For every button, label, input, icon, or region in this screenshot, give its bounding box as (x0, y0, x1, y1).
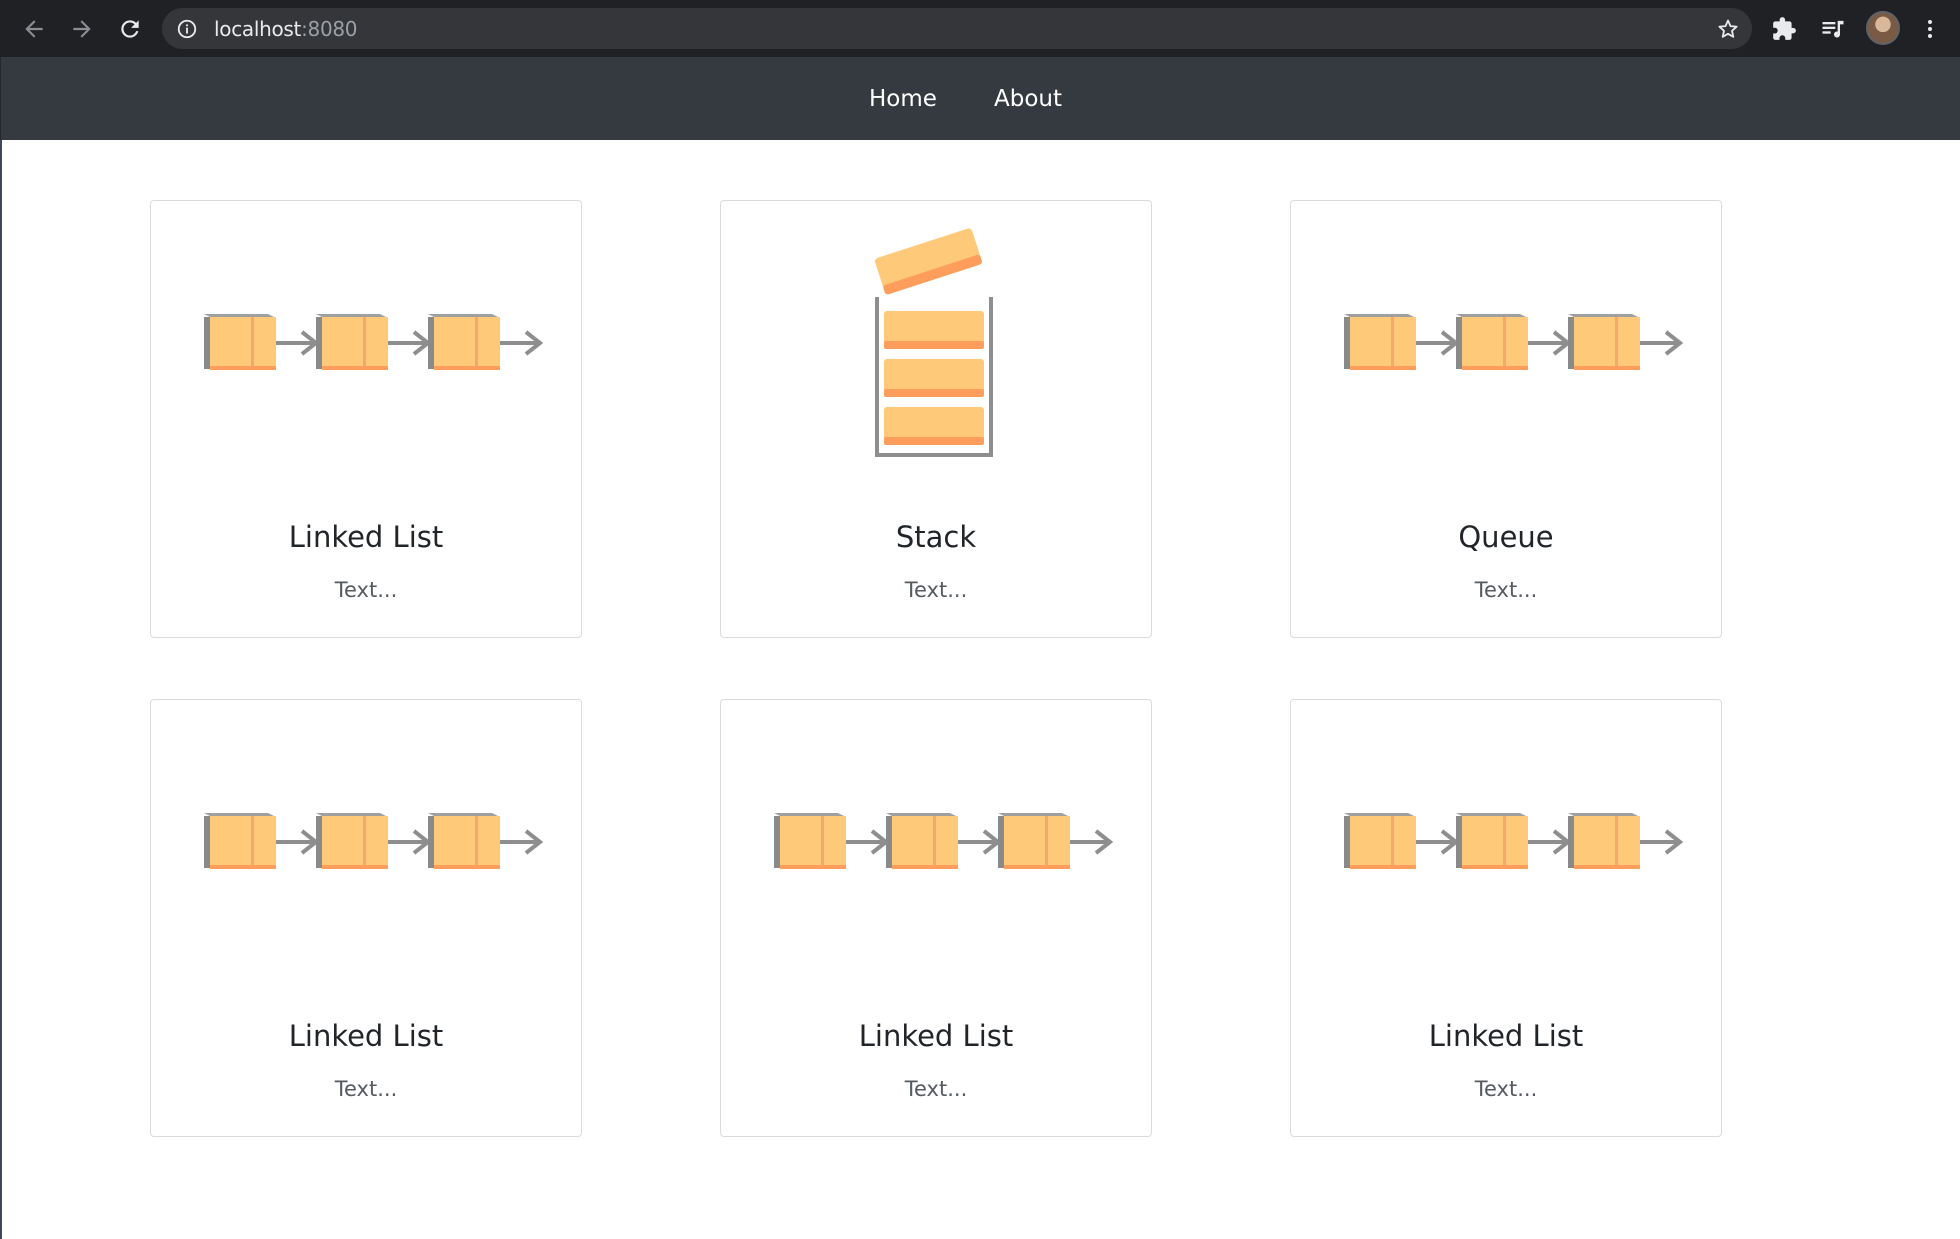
card-text: Text... (334, 578, 398, 602)
card-title: Stack (895, 520, 977, 554)
card-title: Linked List (288, 520, 444, 554)
back-button[interactable] (14, 9, 54, 49)
card-title: Queue (1458, 520, 1554, 554)
browser-menu-button[interactable] (1914, 13, 1946, 45)
browser-toolbar: localhost:8080 (0, 0, 1960, 57)
card-stack[interactable]: Stack Text... (720, 200, 1152, 638)
card-text: Text... (1474, 578, 1538, 602)
site-navbar: Home About (0, 57, 1960, 140)
stack-illustration (875, 228, 993, 457)
card-title: Linked List (858, 1019, 1014, 1053)
star-icon[interactable] (1716, 17, 1740, 41)
menu-dots-icon (1928, 20, 1932, 38)
url-host: localhost (214, 17, 302, 41)
card-text: Text... (904, 578, 968, 602)
reload-button[interactable] (110, 9, 150, 49)
media-control-button[interactable] (1817, 13, 1849, 45)
card-title: Linked List (1428, 1019, 1584, 1053)
card-linked-list[interactable]: Linked List Text... (1290, 699, 1722, 1137)
profile-avatar[interactable] (1866, 11, 1900, 45)
nav-link-home[interactable]: Home (869, 85, 937, 113)
url-port: :8080 (301, 17, 358, 41)
forward-button[interactable] (62, 9, 102, 49)
card-linked-list[interactable]: Linked List Text... (720, 699, 1152, 1137)
card-linked-list[interactable]: Linked List Text... (150, 699, 582, 1137)
reload-icon (121, 20, 139, 38)
card-text: Text... (904, 1077, 968, 1101)
address-bar[interactable]: localhost:8080 (162, 8, 1752, 49)
forward-arrow-icon (73, 20, 91, 38)
page-left-edge (0, 140, 2, 1239)
card-text: Text... (1474, 1077, 1538, 1101)
nav-link-about[interactable]: About (994, 85, 1062, 113)
linked-list-illustration (151, 201, 581, 501)
card-title: Linked List (288, 1019, 444, 1053)
card-linked-list[interactable]: Linked List Text... (150, 200, 582, 638)
extensions-puzzle-icon (1773, 17, 1796, 40)
queue-illustration (1291, 201, 1721, 501)
media-queue-icon (1822, 20, 1844, 38)
card-text: Text... (334, 1077, 398, 1101)
card-queue[interactable]: Queue Text... (1290, 200, 1722, 638)
url-text[interactable]: localhost:8080 (214, 17, 358, 41)
linked-list-illustration (151, 700, 581, 1000)
linked-list-illustration (721, 700, 1151, 1000)
info-icon[interactable] (176, 18, 198, 40)
linked-list-illustration (1291, 700, 1721, 1000)
back-arrow-icon (25, 20, 43, 38)
extensions-button[interactable] (1768, 13, 1800, 45)
